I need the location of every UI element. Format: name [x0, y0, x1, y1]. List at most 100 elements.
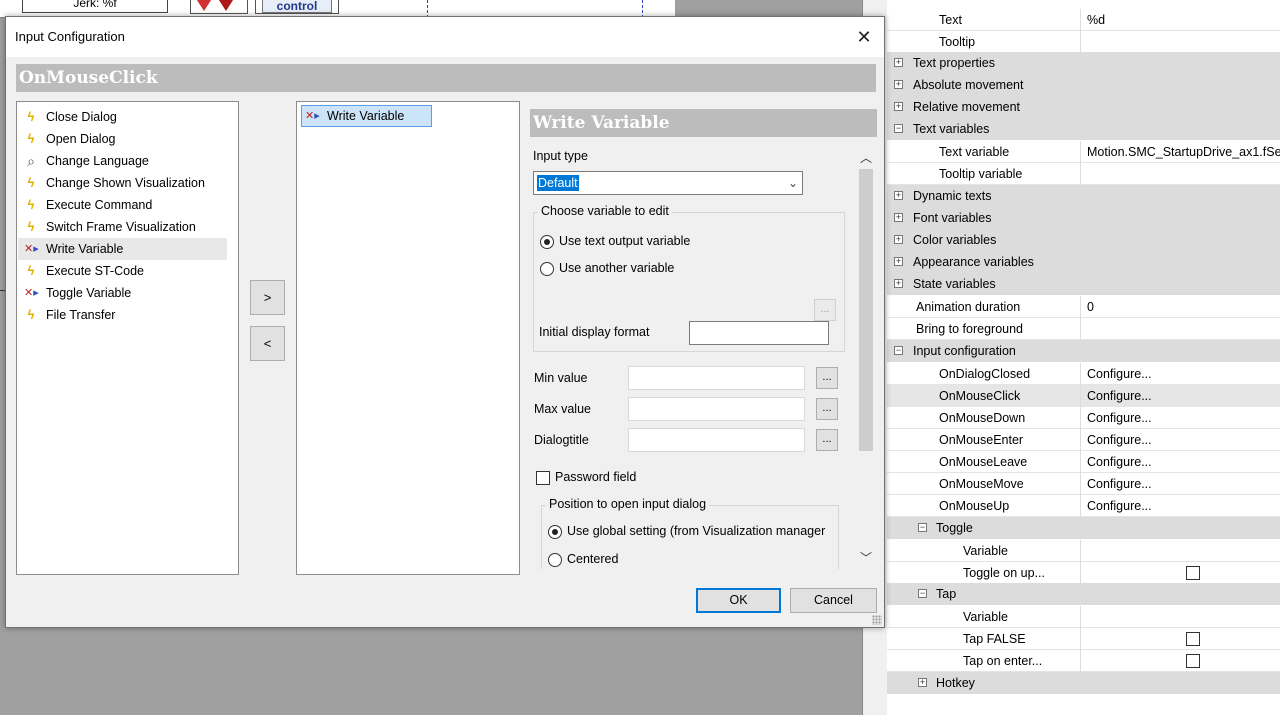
- prop-row-onmouseup[interactable]: OnMouseUp Configure...: [887, 495, 1280, 517]
- configure-link[interactable]: Configure...: [1080, 429, 1280, 451]
- expand-icon[interactable]: +: [894, 191, 903, 200]
- tap-false-checkbox[interactable]: [1186, 632, 1200, 646]
- prop-row-tap-on-enter[interactable]: Tap on enter...: [887, 650, 1280, 672]
- prop-value[interactable]: [1080, 31, 1280, 53]
- prop-value[interactable]: [1080, 540, 1280, 562]
- max-value-browse-button[interactable]: ...: [816, 398, 838, 420]
- cancel-button[interactable]: Cancel: [790, 588, 877, 613]
- configure-link[interactable]: Configure...: [1080, 451, 1280, 473]
- prop-group-text-variables[interactable]: − Text variables: [887, 118, 1280, 140]
- expand-icon[interactable]: +: [918, 678, 927, 687]
- prop-row-onmouseenter[interactable]: OnMouseEnter Configure...: [887, 429, 1280, 451]
- browse-variable-button[interactable]: ...: [814, 299, 836, 321]
- prop-group-absolute-movement[interactable]: + Absolute movement: [887, 74, 1280, 96]
- action-execute-command[interactable]: ϟ Execute Command: [18, 194, 227, 216]
- prop-group-relative-movement[interactable]: + Relative movement: [887, 96, 1280, 118]
- input-type-select[interactable]: Default ⌄: [533, 171, 803, 195]
- configure-link[interactable]: Configure...: [1080, 363, 1280, 385]
- prop-value[interactable]: [1080, 606, 1280, 628]
- prop-group-font-variables[interactable]: + Font variables: [887, 207, 1280, 229]
- prop-row-onmousedown[interactable]: OnMouseDown Configure...: [887, 407, 1280, 429]
- prop-group-hotkey[interactable]: + Hotkey: [887, 672, 1280, 694]
- toggle-on-up-checkbox[interactable]: [1186, 566, 1200, 580]
- expand-icon[interactable]: +: [894, 80, 903, 89]
- action-close-dialog[interactable]: ϟ Close Dialog: [18, 106, 227, 128]
- collapse-icon[interactable]: −: [894, 346, 903, 355]
- prop-row-text[interactable]: Text %d: [887, 9, 1280, 31]
- max-value-input[interactable]: [628, 397, 805, 421]
- prop-row-ondialogclosed[interactable]: OnDialogClosed Configure...: [887, 363, 1280, 385]
- prop-row-onmouseclick[interactable]: OnMouseClick Configure...: [887, 385, 1280, 407]
- action-file-transfer[interactable]: ϟ File Transfer: [18, 304, 227, 326]
- available-actions-list[interactable]: ϟ Close Dialog ϟ Open Dialog ⌕ Change La…: [16, 101, 239, 575]
- prop-group-text-properties[interactable]: + Text properties: [887, 52, 1280, 74]
- action-open-dialog[interactable]: ϟ Open Dialog: [18, 128, 227, 150]
- prop-group-dynamic-texts[interactable]: + Dynamic texts: [887, 185, 1280, 207]
- dialog-titlebar[interactable]: Input Configuration ✕: [6, 17, 884, 57]
- action-switch-frame-visualization[interactable]: ϟ Switch Frame Visualization: [18, 216, 227, 238]
- prop-group-color-variables[interactable]: + Color variables: [887, 229, 1280, 251]
- chevron-up-icon[interactable]: ︿: [855, 149, 877, 167]
- prop-group-appearance-variables[interactable]: + Appearance variables: [887, 251, 1280, 273]
- action-write-variable[interactable]: ✕▸ Write Variable: [18, 238, 227, 260]
- configured-action-write-variable[interactable]: ✕▸ Write Variable: [301, 105, 432, 127]
- radio-text-output[interactable]: [540, 235, 554, 249]
- scroll-thumb[interactable]: [859, 169, 873, 451]
- password-field-checkbox[interactable]: [536, 471, 550, 485]
- chevron-down-icon[interactable]: ﹀: [855, 549, 877, 567]
- action-execute-st-code[interactable]: ϟ Execute ST-Code: [18, 260, 227, 282]
- prop-row-text-variable[interactable]: Text variable Motion.SMC_StartupDrive_ax…: [887, 141, 1280, 163]
- configure-link[interactable]: Configure...: [1080, 473, 1280, 495]
- expand-icon[interactable]: +: [894, 58, 903, 67]
- prop-row-onmouseleave[interactable]: OnMouseLeave Configure...: [887, 451, 1280, 473]
- prop-group-input-configuration[interactable]: − Input configuration: [887, 340, 1280, 362]
- resize-grip-icon[interactable]: [872, 615, 882, 625]
- min-value-browse-button[interactable]: ...: [816, 367, 838, 389]
- initial-format-input[interactable]: [689, 321, 829, 345]
- close-icon[interactable]: ✕: [852, 25, 876, 49]
- expand-icon[interactable]: +: [894, 279, 903, 288]
- action-change-language[interactable]: ⌕ Change Language: [18, 150, 227, 172]
- prop-group-state-variables[interactable]: + State variables: [887, 273, 1280, 295]
- prop-row-bring-to-foreground[interactable]: Bring to foreground: [887, 318, 1280, 340]
- prop-row-tap-variable[interactable]: Variable: [887, 606, 1280, 628]
- add-action-button[interactable]: >: [250, 280, 285, 315]
- prop-value[interactable]: 0: [1080, 296, 1280, 318]
- prop-value[interactable]: %d: [1080, 9, 1280, 31]
- expand-icon[interactable]: +: [894, 213, 903, 222]
- expand-icon[interactable]: +: [894, 235, 903, 244]
- prop-row-animation-duration[interactable]: Animation duration 0: [887, 296, 1280, 318]
- expand-icon[interactable]: +: [894, 102, 903, 111]
- prop-row-toggle-on-up[interactable]: Toggle on up...: [887, 562, 1280, 584]
- red-arrow-element[interactable]: [190, 0, 248, 14]
- control-button-element[interactable]: control: [255, 0, 339, 14]
- configure-link[interactable]: Configure...: [1080, 385, 1280, 407]
- prop-group-tap[interactable]: − Tap: [887, 583, 1280, 605]
- prop-value[interactable]: [1080, 318, 1280, 340]
- dialog-title-browse-button[interactable]: ...: [816, 429, 838, 451]
- prop-value[interactable]: [1080, 163, 1280, 185]
- chevron-down-icon[interactable]: ⌄: [785, 174, 801, 192]
- prop-row-tooltip[interactable]: Tooltip: [887, 31, 1280, 53]
- remove-action-button[interactable]: <: [250, 326, 285, 361]
- radio-centered[interactable]: [548, 553, 562, 567]
- panel-scrollbar[interactable]: ︿ ﹀: [855, 147, 877, 569]
- radio-another-variable[interactable]: [540, 262, 554, 276]
- configure-link[interactable]: Configure...: [1080, 495, 1280, 517]
- prop-group-toggle[interactable]: − Toggle: [887, 517, 1280, 539]
- collapse-icon[interactable]: −: [918, 523, 927, 532]
- expand-icon[interactable]: +: [894, 257, 903, 266]
- collapse-icon[interactable]: −: [894, 124, 903, 133]
- tap-on-enter-checkbox[interactable]: [1186, 654, 1200, 668]
- prop-row-onmousemove[interactable]: OnMouseMove Configure...: [887, 473, 1280, 495]
- radio-global-setting[interactable]: [548, 525, 562, 539]
- dialog-title-input[interactable]: [628, 428, 805, 452]
- configured-actions-list[interactable]: ✕▸ Write Variable: [296, 101, 520, 575]
- prop-row-toggle-variable[interactable]: Variable: [887, 540, 1280, 562]
- prop-value[interactable]: Motion.SMC_StartupDrive_ax1.fSetV: [1080, 141, 1280, 163]
- jerk-textfield[interactable]: Jerk: %f: [22, 0, 168, 13]
- configure-link[interactable]: Configure...: [1080, 407, 1280, 429]
- action-toggle-variable[interactable]: ✕▸ Toggle Variable: [18, 282, 227, 304]
- action-change-shown-visualization[interactable]: ϟ Change Shown Visualization: [18, 172, 227, 194]
- min-value-input[interactable]: [628, 366, 805, 390]
